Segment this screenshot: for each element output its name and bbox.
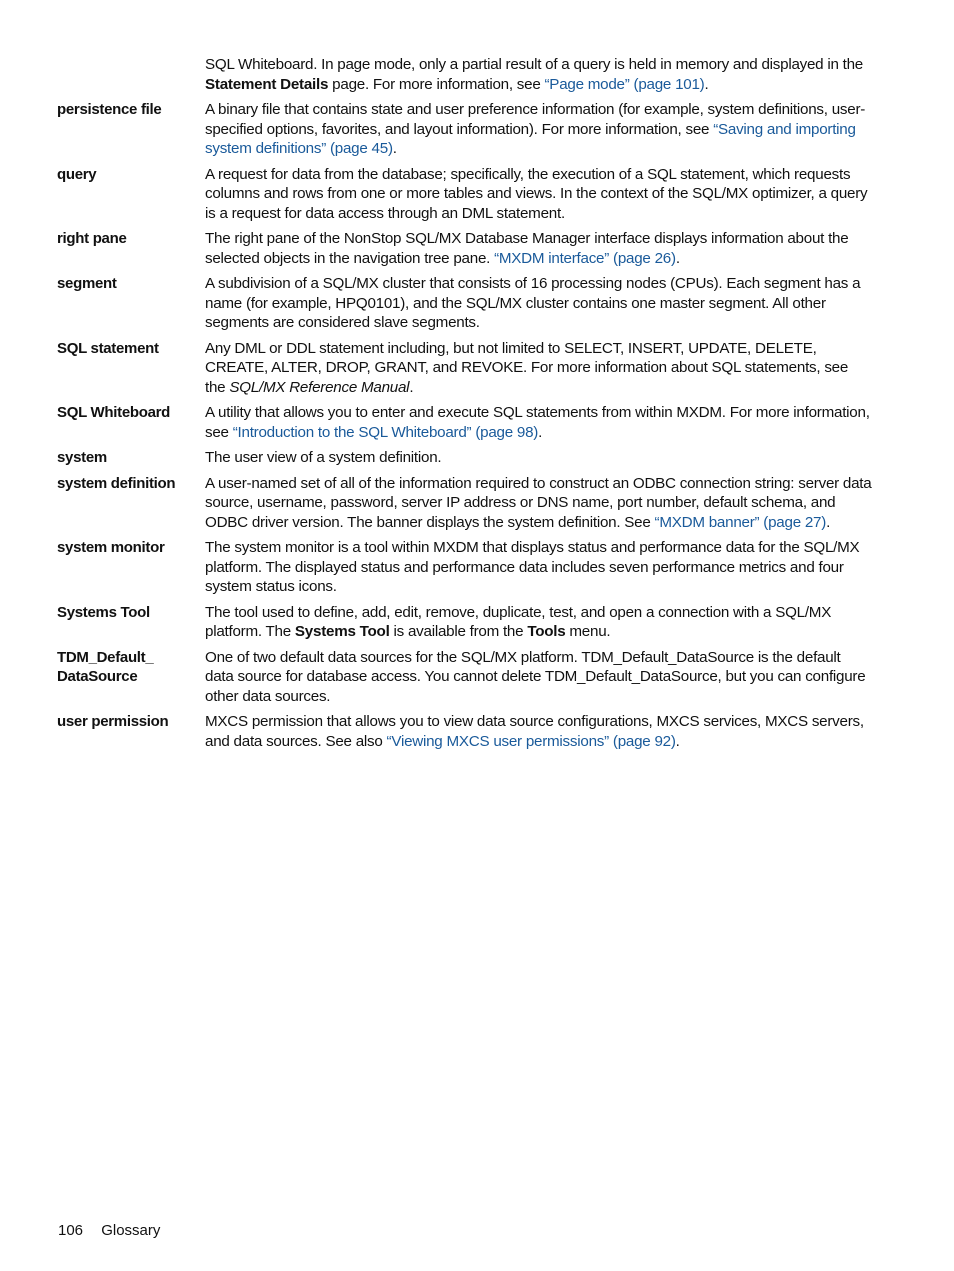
glossary-entry: query A request for data from the databas… (57, 165, 872, 224)
glossary-term: system definition (57, 474, 176, 492)
glossary-definition: Any DML or DDL statement including, but … (205, 339, 872, 398)
definition-text: A subdivision of a SQL/MX cluster that c… (205, 275, 861, 331)
definition-text: . (826, 513, 831, 531)
glossary-entry: system definition A user-named set of all… (57, 474, 872, 533)
glossary-entry: SQL Whiteboard A utility that allows you … (57, 403, 872, 442)
glossary-term: SQL statement (57, 339, 159, 357)
manual-title: SQL/MX Reference Manual (229, 378, 410, 396)
section-title: Glossary (101, 1222, 161, 1239)
glossary-term: Systems Tool (57, 603, 150, 621)
glossary-entry: system The user view of a system definiti… (57, 448, 872, 468)
glossary-definition: A binary file that contains state and us… (205, 100, 872, 159)
glossary-entry: SQL statement Any DML or DDL statement in… (57, 339, 872, 398)
page-number: 106 (58, 1222, 84, 1239)
definition-text: One of two default data sources for the … (205, 648, 866, 705)
glossary-entry: persistence file A binary file that conta… (57, 100, 872, 159)
glossary-entry: TDM_Default_ DataSource One of two default… (57, 648, 872, 707)
glossary-definition: The tool used to define, add, edit, remo… (205, 603, 872, 642)
definition-text: menu. (565, 623, 611, 640)
glossary-definition: A user-named set of all of the informati… (205, 474, 872, 533)
glossary-entry: user permission MXCS permission that allo… (57, 712, 872, 751)
ui-element-name: Statement Details (205, 75, 329, 93)
glossary-definition: One of two default data sources for the … (205, 648, 872, 707)
glossary-term: system (57, 449, 107, 466)
definition-text: is available from the (389, 623, 528, 640)
glossary-term: TDM_Default_ DataSource (57, 648, 154, 686)
glossary-term: system monitor (57, 539, 165, 556)
page-footer: 106 Glossary (58, 1222, 160, 1239)
definition-text: . (392, 140, 397, 157)
definition-text: . (409, 378, 414, 396)
glossary-term: segment (57, 275, 117, 292)
definition-text: The user view of a system definition. (205, 449, 442, 466)
glossary-definition: A subdivision of a SQL/MX cluster that c… (205, 274, 872, 333)
definition-text: The system monitor is a tool within MXDM… (205, 539, 860, 595)
glossary-definition: SQL Whiteboard. In page mode, only a par… (205, 55, 872, 94)
glossary-definition: A utility that allows you to enter and e… (205, 403, 872, 442)
glossary-entry: SQL Whiteboard. In page mode, only a par… (57, 55, 872, 94)
glossary-definition: The user view of a system definition. (205, 448, 872, 468)
cross-reference-link[interactable]: “Page mode” (page 101) (545, 76, 705, 93)
glossary-definition: MXCS permission that allows you to view … (205, 712, 872, 751)
glossary-definition: The system monitor is a tool within MXDM… (205, 538, 872, 597)
definition-text: . (675, 732, 680, 750)
glossary-term: right pane (57, 230, 127, 247)
definition-text: . (675, 249, 680, 267)
ui-element-name: Tools (527, 623, 566, 640)
glossary-term: persistence file (57, 101, 162, 118)
glossary-definition: A request for data from the database; sp… (205, 165, 872, 224)
definition-text: A request for data from the database; sp… (205, 165, 868, 222)
glossary-entry: Systems Tool The tool used to define, add… (57, 603, 872, 642)
cross-reference-link[interactable]: “Viewing MXCS user permissions” (page 92… (387, 733, 676, 750)
glossary-list: SQL Whiteboard. In page mode, only a par… (57, 55, 872, 757)
ui-element-name: Systems Tool (294, 623, 390, 640)
definition-text: page. For more information, see (328, 75, 545, 93)
definition-text: SQL Whiteboard. In page mode, only a par… (205, 56, 864, 73)
glossary-entry: right pane The right pane of the NonStop … (57, 229, 872, 268)
glossary-term: SQL Whiteboard (57, 404, 171, 421)
glossary-entry: segment A subdivision of a SQL/MX cluster… (57, 274, 872, 333)
cross-reference-link[interactable]: “MXDM banner” (page 27) (655, 514, 827, 531)
definition-text: . (538, 423, 543, 441)
cross-reference-link[interactable]: “Introduction to the SQL Whiteboard” (pa… (233, 424, 539, 441)
cross-reference-link[interactable]: “MXDM interface” (page 26) (494, 250, 676, 267)
definition-text: . (704, 75, 709, 93)
glossary-definition: The right pane of the NonStop SQL/MX Dat… (205, 229, 872, 268)
glossary-entry: system monitor The system monitor is a to… (57, 538, 872, 597)
glossary-term: user permission (57, 713, 169, 730)
glossary-term: query (57, 165, 97, 183)
